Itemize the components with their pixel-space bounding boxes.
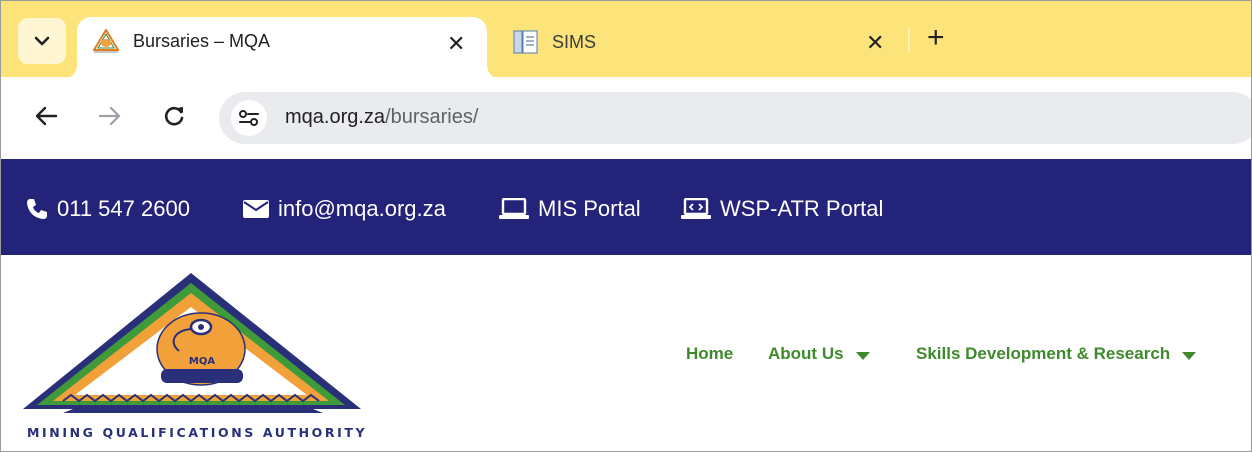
reload-button[interactable]	[157, 99, 191, 133]
tab-sims-title[interactable]: SIMS	[552, 32, 596, 53]
menu-home-label: Home	[686, 344, 734, 363]
site-header: MQA MINING QUALIFICATIONS AUTHORITY Home…	[1, 255, 1251, 451]
document-favicon-icon	[513, 30, 538, 54]
laptop-code-icon	[681, 198, 711, 219]
arrow-right-icon	[98, 106, 121, 126]
menu-about-us-label: About Us	[768, 344, 844, 363]
browser-window: Bursaries – MQA ✕ SIMS ✕ + mqa.org.za/bu…	[0, 0, 1252, 452]
caret-down-icon	[1182, 351, 1197, 360]
wsp-portal-label: WSP-ATR Portal	[720, 196, 884, 221]
address-bar[interactable]: mqa.org.za/bursaries/	[219, 92, 1251, 144]
reload-icon	[164, 106, 184, 126]
email-link[interactable]: info@mqa.org.za	[243, 195, 446, 223]
url-path: /bursaries/	[385, 106, 479, 128]
tab-close-icon[interactable]: ✕	[447, 33, 465, 55]
tab-divider	[908, 28, 910, 52]
laptop-icon	[499, 198, 529, 219]
logo-badge-text: MQA	[189, 356, 215, 367]
tab-close-icon[interactable]: ✕	[866, 32, 884, 54]
tune-icon	[239, 110, 259, 126]
mqa-logo[interactable]: MQA	[23, 273, 363, 441]
menu-skills-development[interactable]: Skills Development & Research	[916, 344, 1197, 364]
site-info-button[interactable]	[231, 100, 267, 136]
phone-number: 011 547 2600	[57, 196, 190, 221]
email-address: info@mqa.org.za	[278, 196, 446, 221]
browser-toolbar: mqa.org.za/bursaries/	[1, 77, 1251, 159]
mqa-favicon-icon	[93, 29, 119, 53]
menu-home[interactable]: Home	[686, 344, 733, 364]
logo-tagline: MINING QUALIFICATIONS AUTHORITY	[27, 425, 368, 440]
tab-search-button[interactable]	[18, 18, 66, 64]
tab-bursaries[interactable]: Bursaries – MQA ✕	[63, 17, 501, 79]
phone-icon	[27, 199, 47, 219]
chevron-down-icon	[34, 36, 50, 46]
url-domain: mqa.org.za	[285, 106, 386, 128]
back-button[interactable]	[29, 99, 63, 133]
plus-icon[interactable]: +	[927, 23, 945, 53]
tab-strip: Bursaries – MQA ✕ SIMS ✕ +	[1, 1, 1251, 79]
mis-portal-label: MIS Portal	[538, 196, 641, 221]
menu-skills-development-label: Skills Development & Research	[916, 344, 1171, 363]
mis-portal-link[interactable]: MIS Portal	[499, 195, 641, 223]
url-text[interactable]: mqa.org.za/bursaries/	[285, 106, 478, 129]
wsp-portal-link[interactable]: WSP-ATR Portal	[681, 195, 883, 223]
tab-title: Bursaries – MQA	[133, 31, 271, 51]
caret-down-icon	[855, 351, 870, 360]
arrow-left-icon	[35, 106, 58, 126]
forward-button[interactable]	[93, 99, 127, 133]
envelope-icon	[243, 200, 269, 218]
phone-link[interactable]: 011 547 2600	[26, 195, 190, 223]
menu-about-us[interactable]: About Us	[768, 344, 870, 364]
site-contact-bar: 011 547 2600 info@mqa.org.za MIS Portal …	[1, 159, 1251, 255]
